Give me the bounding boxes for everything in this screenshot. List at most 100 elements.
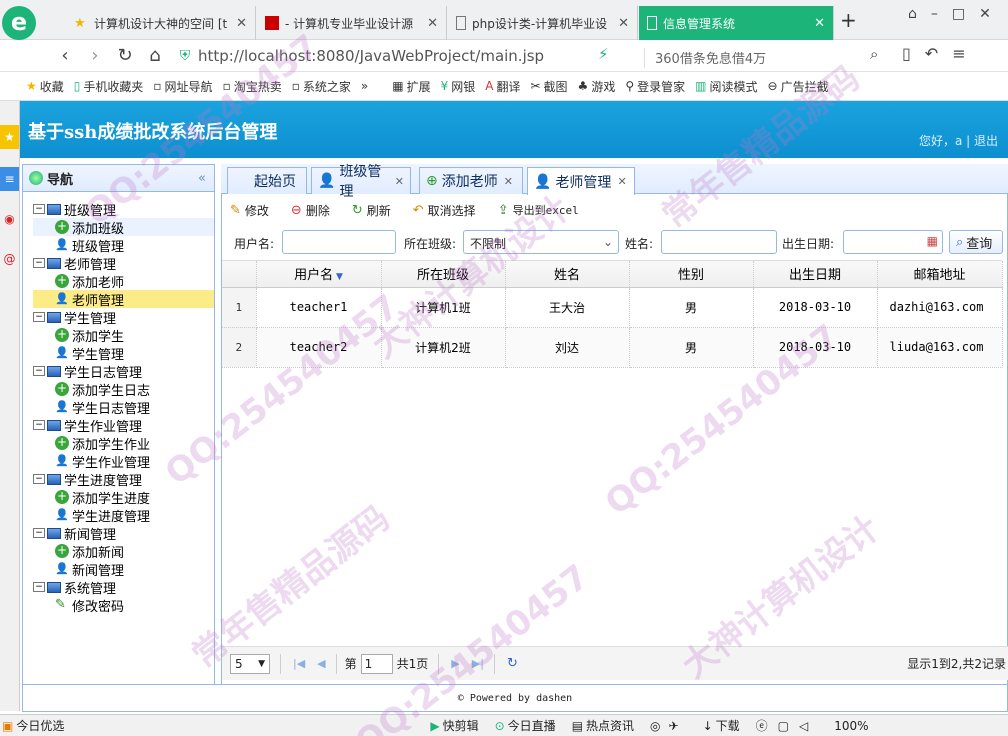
collapse-toggle-icon[interactable]: − [33,258,45,268]
status-deals[interactable]: ▣ 今日优选 [2,717,64,734]
new-tab-button[interactable]: + [840,8,857,32]
refresh-button[interactable]: ↻ 刷新 [344,202,391,219]
nav-group[interactable]: − 班级管理 [33,200,214,219]
nav-group[interactable]: − 老师管理 [33,254,214,273]
close-tab-icon[interactable]: ✕ [814,16,825,31]
header-birth[interactable]: 出生日期 [753,261,878,288]
header-class[interactable]: 所在班级 [381,261,506,288]
collapse-toggle-icon[interactable]: − [33,366,45,376]
forward-icon[interactable]: › [80,45,110,66]
nav-item[interactable]: 👤 学生作业管理 [33,452,214,471]
tab-start[interactable]: 起始页 [227,167,307,194]
status-misc-icons[interactable]: ⓔ▢◁ [756,717,819,734]
home-icon[interactable]: ⌂ [140,45,170,66]
last-page-icon[interactable]: ▶| [472,657,484,670]
bookmark-more-icon[interactable]: » [361,79,368,93]
calendar-icon[interactable]: ▦ [927,234,938,248]
bookmark-translate[interactable]: A 翻译 [485,78,520,95]
nav-item[interactable]: 👤 班级管理 [33,236,214,255]
nav-group[interactable]: − 系统管理 [33,578,214,597]
sidebar-weibo-icon[interactable]: ◉ [0,207,19,231]
browser-logo-icon[interactable]: e [2,6,36,40]
back-icon[interactable]: ‹ [50,45,80,66]
bookmark-adblock[interactable]: ⊖ 广告拦截 [768,78,829,95]
bookmark-reader[interactable]: ▥ 阅读模式 [695,78,757,95]
page-size-select[interactable]: 5 ▼ [230,653,270,674]
table-row[interactable]: 1 teacher1 计算机1班 王大治 男 2018-03-10 dazhi@… [222,287,1003,328]
close-icon[interactable]: ✕ [617,175,626,188]
collapse-toggle-icon[interactable]: − [33,528,45,538]
nav-item[interactable]: + 添加班级 [33,218,214,237]
close-tab-icon[interactable]: ✕ [618,16,629,31]
tab-add-teacher[interactable]: ⊕ 添加老师 ✕ [419,167,523,194]
nav-item[interactable]: + 添加学生作业 [33,434,214,453]
close-icon[interactable]: ✕ [395,175,404,188]
bookmark-favorites[interactable]: ★ 收藏 [26,78,64,95]
nav-item[interactable]: + 添加老师 [33,272,214,291]
close-tab-icon[interactable]: ✕ [427,16,438,31]
bookmark-games[interactable]: ♣ 游戏 [578,78,616,95]
sidebar-list-icon[interactable]: ≡ [0,167,19,191]
birth-input[interactable]: ▦ [843,230,943,254]
collapse-toggle-icon[interactable]: − [33,582,45,592]
next-page-icon[interactable]: ▶ [451,657,459,670]
cancel-select-button[interactable]: ↶ 取消选择 [405,202,476,219]
nav-group[interactable]: − 新闻管理 [33,524,214,543]
search-hint[interactable]: 360借条免息借4万 [644,48,874,68]
nav-item[interactable]: 👤 学生管理 [33,344,214,363]
nav-group[interactable]: − 学生日志管理 [33,362,214,381]
table-row[interactable]: 2 teacher2 计算机2班 刘达 男 2018-03-10 liuda@1… [222,327,1003,368]
username-input[interactable] [282,230,396,254]
collapse-toggle-icon[interactable]: − [33,204,45,214]
bookmark-mobile[interactable]: ▯ 手机收藏夹 [74,78,144,95]
nav-item[interactable]: 👤 学生日志管理 [33,398,214,417]
close-icon[interactable]: ✕ [504,175,513,188]
status-news[interactable]: ▤ 热点资讯 [572,717,634,734]
header-email[interactable]: 邮箱地址 [877,261,1003,288]
bookmark-login[interactable]: ⚲ 登录管家 [625,78,685,95]
bookmark-system[interactable]: ▫ 系统之家 [292,78,351,95]
bookmark-nav[interactable]: ▫ 网址导航 [153,78,212,95]
nav-group[interactable]: − 学生作业管理 [33,416,214,435]
tab-teacher-manage[interactable]: 👤 老师管理 ✕ [527,167,635,195]
collapse-toggle-icon[interactable]: − [33,474,45,484]
bookmark-bank[interactable]: ¥ 网银 [441,78,476,95]
collapse-icon[interactable]: « [198,171,206,186]
header-name[interactable]: 姓名 [505,261,630,288]
refresh-icon[interactable]: ↻ [507,656,518,671]
status-clip[interactable]: ▶ 快剪辑 [430,717,478,734]
sidebar-mail-icon[interactable]: @ [0,247,19,271]
reload-icon[interactable]: ↻ [110,45,140,66]
browser-tab-active[interactable]: 信息管理系统 ✕ [639,6,834,40]
nav-item[interactable]: + 添加学生日志 [33,380,214,399]
nav-item[interactable]: + 添加学生 [33,326,214,345]
browser-menu-icons[interactable]: ▯↶≡ [902,44,980,63]
export-button[interactable]: ⇪ 导出到excel [490,202,579,218]
nav-item[interactable]: 👤 老师管理 [33,290,214,309]
nav-item[interactable]: 👤 新闻管理 [33,560,214,579]
zoom-level[interactable]: 100% [834,719,868,733]
sidebar-star-icon[interactable]: ★ [0,125,19,149]
nav-item[interactable]: ✎ 修改密码 [33,596,214,615]
bookmark-taobao[interactable]: ▫ 淘宝热卖 [223,78,282,95]
url-field[interactable]: http://localhost:8080/JavaWebProject/mai… [198,44,620,68]
nav-item[interactable]: 👤 学生进度管理 [33,506,214,525]
logout-link[interactable]: 退出 [974,134,998,148]
close-tab-icon[interactable]: ✕ [236,16,247,31]
browser-tab-1[interactable]: ★ 计算机设计大神的空间 [t ✕ [66,6,256,40]
collapse-toggle-icon[interactable]: − [33,312,45,322]
header-gender[interactable]: 性别 [629,261,754,288]
nav-group[interactable]: − 学生进度管理 [33,470,214,489]
collapse-toggle-icon[interactable]: − [33,420,45,430]
name-input[interactable] [661,230,777,254]
search-icon[interactable]: ⌕ [870,45,878,63]
browser-tab-2[interactable]: - 计算机专业毕业设计源 ✕ [257,6,447,40]
status-live[interactable]: ⊙ 今日直播 [495,717,556,734]
delete-button[interactable]: ⊖ 删除 [283,202,330,219]
search-button[interactable]: ⌕ 查询 [949,230,1003,254]
class-select[interactable]: 不限制 ⌄ [463,230,619,254]
nav-item[interactable]: + 添加学生进度 [33,488,214,507]
first-page-icon[interactable]: |◀ [293,657,305,670]
prev-page-icon[interactable]: ◀ [317,657,325,670]
page-input[interactable]: 1 [360,653,393,674]
